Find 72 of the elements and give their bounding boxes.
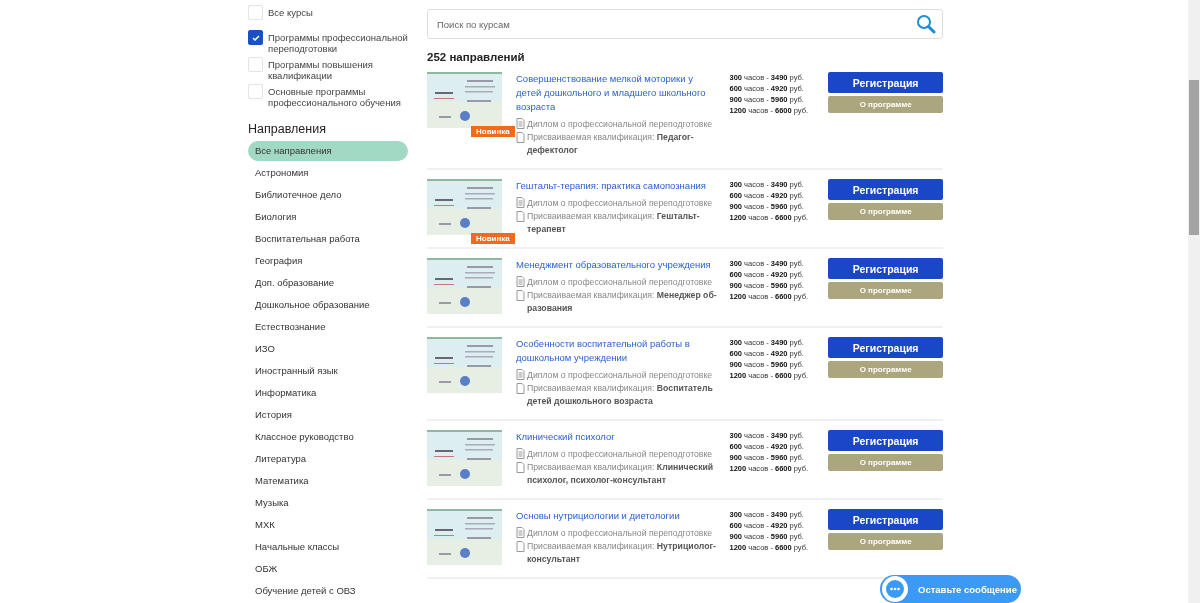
filter-label: Программы повышения квалификации	[268, 58, 374, 81]
diploma-text: Диплом о профессиональной переподготовке	[527, 118, 713, 131]
register-button[interactable]: Регистрация	[828, 258, 943, 279]
document-icon	[516, 462, 525, 473]
direction-item[interactable]: Астрономия	[248, 163, 408, 183]
document-icon	[516, 197, 525, 208]
chat-icon	[881, 575, 909, 603]
course-title-link[interactable]: Гештальт-терапия: практика самопознания	[516, 179, 716, 193]
search-icon[interactable]	[916, 14, 936, 34]
direction-item[interactable]: Воспитательная работа	[248, 229, 408, 249]
diploma-text: Диплом о профессиональной переподготовке	[527, 448, 713, 461]
qualification-text: Присваиваемая квалификация: Педагог-дефектолог	[527, 131, 695, 157]
qualification-text: Присваиваемая квалификация: Нутрициолог-консультант	[527, 540, 717, 566]
register-button[interactable]: Регистрация	[828, 72, 943, 93]
document-icon	[516, 132, 525, 143]
diploma-text: Диплом о профессиональной переподготовке	[527, 276, 713, 289]
check-icon	[251, 34, 260, 41]
direction-item[interactable]: Естествознание	[248, 317, 408, 337]
direction-item[interactable]: МХК	[248, 515, 408, 535]
document-icon	[516, 369, 525, 380]
direction-item[interactable]: Все направления	[248, 141, 408, 161]
direction-item[interactable]: Классное руководство	[248, 427, 408, 447]
new-badge: Новинка	[471, 233, 515, 244]
document-icon	[516, 118, 525, 129]
qualification-text: Присваиваемая квалификация: Менеджер об-разования	[527, 289, 718, 315]
results-count: 252 направлений	[427, 51, 526, 63]
search-field[interactable]: Поиск по курсам	[427, 9, 943, 39]
direction-item[interactable]: Доп. образование	[248, 273, 408, 293]
checkbox[interactable]	[248, 30, 263, 45]
register-button[interactable]: Регистрация	[828, 509, 943, 530]
direction-item[interactable]: Библиотечное дело	[248, 185, 408, 205]
register-button[interactable]: Регистрация	[828, 430, 943, 451]
diploma-text: Диплом о профессиональной переподготовке	[527, 197, 713, 210]
direction-item[interactable]: Музыка	[248, 493, 408, 513]
direction-item[interactable]: Иностранный язык	[248, 361, 408, 381]
direction-item[interactable]: Дошкольное образование	[248, 295, 408, 315]
diploma-text: Диплом о профессиональной переподготовке	[527, 527, 713, 540]
direction-item[interactable]: История	[248, 405, 408, 425]
direction-item[interactable]: Литература	[248, 449, 408, 469]
document-icon	[516, 290, 525, 301]
course-title-link[interactable]: Клинический психолог	[516, 430, 716, 444]
diploma-text: Диплом о профессиональной переподготовке	[527, 369, 713, 382]
new-badge: Новинка	[471, 126, 515, 137]
direction-item[interactable]: Начальные классы	[248, 537, 408, 557]
qualification-text: Присваиваемая квалификация: Клинический психолог, психолог-консультант	[527, 461, 715, 487]
qualification-text: Присваиваемая квалификация: Гештальт-терапевт	[527, 210, 701, 236]
section-title: Направления	[248, 122, 327, 136]
course-title-link[interactable]: Менеджмент образовательного учреждения	[516, 258, 716, 272]
direction-item[interactable]: Информатика	[248, 383, 408, 403]
register-button[interactable]: Регистрация	[828, 179, 943, 200]
direction-item[interactable]: ОБЖ	[248, 559, 408, 579]
document-icon	[516, 276, 525, 287]
direction-item[interactable]: География	[248, 251, 408, 271]
document-icon	[516, 527, 525, 538]
document-icon	[516, 383, 525, 394]
filter-label: Основные программы профессионального обучения	[268, 85, 402, 108]
document-icon	[516, 448, 525, 459]
document-icon	[516, 211, 525, 222]
register-button[interactable]: Регистрация	[828, 337, 943, 358]
direction-item[interactable]: ИЗО	[248, 339, 408, 359]
course-title-link[interactable]: Основы нутрициологии и диетологии	[516, 509, 716, 523]
qualification-text: Присваиваемая квалификация: Воспитатель детей дошкольного возраста	[527, 382, 714, 408]
scrollbar-thumb[interactable]	[1189, 80, 1199, 235]
direction-item[interactable]: Обучение детей с ОВЗ	[248, 581, 408, 601]
course-title-link[interactable]: Особенности воспитательной работы в дошкольном учреждении	[516, 337, 716, 365]
direction-item[interactable]: Биология	[248, 207, 408, 227]
scrollbar[interactable]	[1188, 0, 1200, 603]
filter-label: Все курсы	[268, 6, 313, 18]
document-icon	[516, 541, 525, 552]
direction-item[interactable]: Математика	[248, 471, 408, 491]
course-title-link[interactable]: Совершенствование мелкой моторики у детей дошкольного и младшего школьного возраста	[516, 72, 716, 114]
filter-label: Программы профессиональной переподготовки	[268, 31, 408, 54]
